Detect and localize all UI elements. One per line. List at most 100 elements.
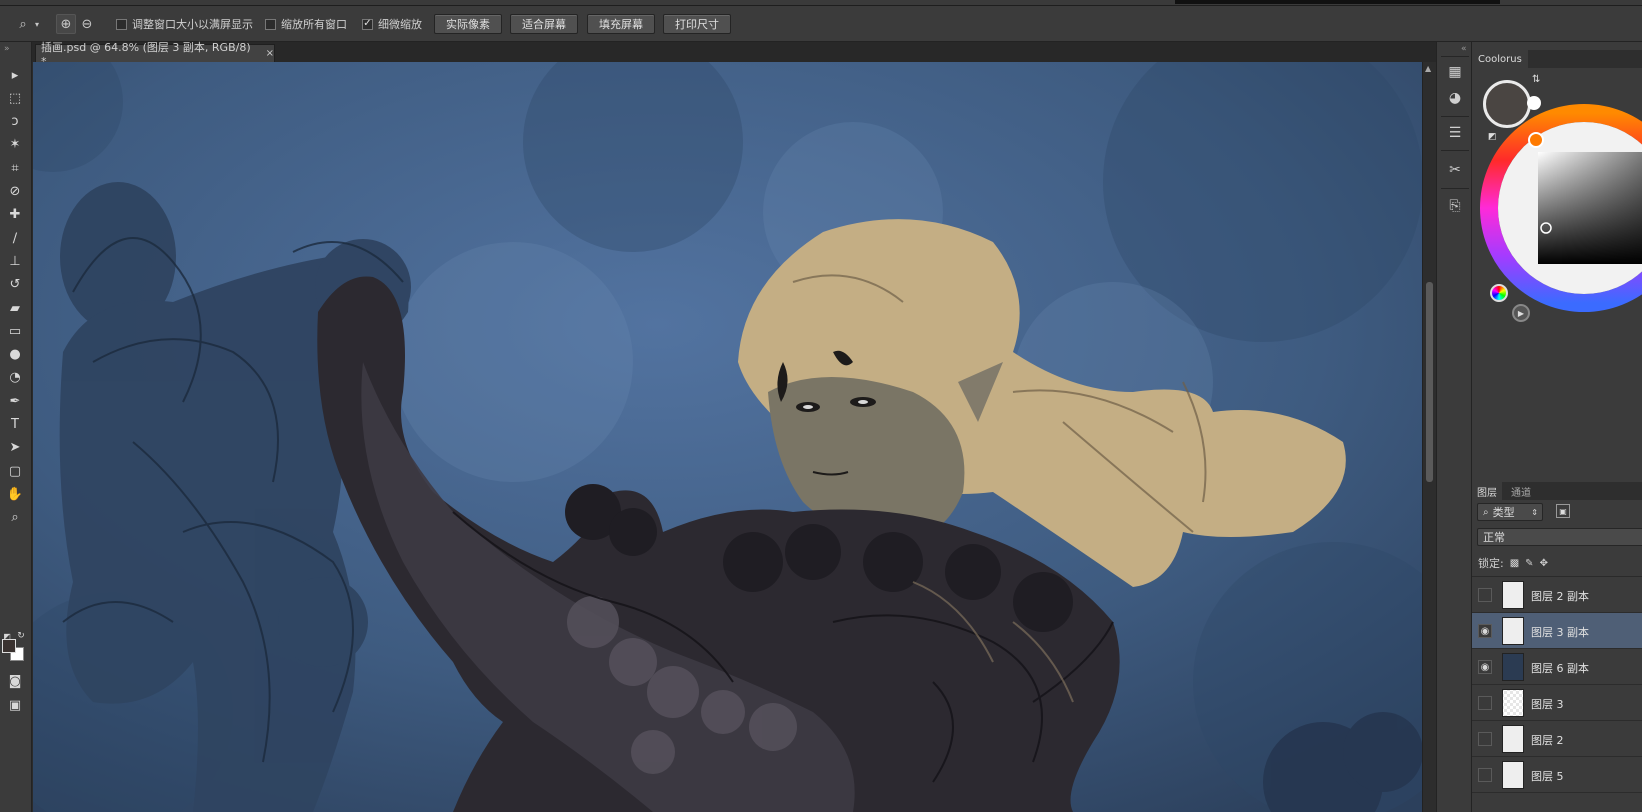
visibility-eye-icon[interactable]: ◉ — [1478, 660, 1492, 674]
lock-label: 锁定: — [1478, 557, 1504, 570]
print-size-button[interactable]: 打印尺寸 — [663, 14, 731, 34]
tool-preset-picker[interactable]: ⌕ ▾ — [14, 15, 42, 33]
right-panels: Coolorus ⇅ ◩ ▶ 图层 通道 ⌕ 类型 ⇕ ▣ 正常 锁定: ▩ ✎… — [1472, 42, 1642, 812]
blend-mode-select[interactable]: 正常 — [1477, 528, 1642, 546]
color-wheel[interactable] — [1472, 68, 1642, 478]
document-tab[interactable]: 插画.psd @ 64.8% (图层 3 副本, RGB/8) * × — [35, 41, 275, 68]
artwork — [33, 62, 1422, 812]
actual-pixels-button[interactable]: 实际像素 — [434, 14, 502, 34]
vertical-scrollbar[interactable]: ▲ — [1422, 62, 1436, 812]
layer-row[interactable]: 图层 5 — [1472, 757, 1642, 793]
visibility-eye-icon[interactable] — [1478, 732, 1492, 746]
path-selection-tool[interactable]: ➤ — [3, 437, 27, 459]
type-tool[interactable]: T — [3, 414, 27, 436]
visibility-eye-icon[interactable] — [1478, 768, 1492, 782]
panel-dock: « ▦ ◕ ☰ ✂ ⎘ — [1436, 42, 1472, 812]
lock-row: 锁定: ▩ ✎ ✥ — [1478, 555, 1548, 571]
document-canvas[interactable] — [33, 62, 1422, 812]
visibility-eye-icon[interactable] — [1478, 588, 1492, 602]
layer-filter-label: 类型 — [1492, 506, 1515, 519]
history-brush-tool[interactable]: ↺ — [3, 274, 27, 296]
adjustments-panel-icon[interactable]: ☰ — [1445, 123, 1465, 143]
visibility-eye-icon[interactable]: ◉ — [1478, 624, 1492, 638]
tab-coolorus[interactable]: Coolorus — [1472, 50, 1528, 68]
layer-name: 图层 2 — [1531, 734, 1564, 747]
lock-paint-icon[interactable]: ✎ — [1525, 558, 1533, 569]
layer-row[interactable]: 图层 2 — [1472, 721, 1642, 757]
eraser-tool[interactable]: ▰ — [3, 297, 27, 319]
menu-bar-search-area — [1175, 0, 1500, 4]
default-colors-icon[interactable]: ◩ — [1488, 132, 1497, 142]
magic-wand-tool[interactable]: ✶ — [3, 134, 27, 156]
pen-tool[interactable]: ✒ — [3, 390, 27, 412]
visibility-eye-icon[interactable] — [1478, 696, 1492, 710]
swatches-panel-icon[interactable]: ◕ — [1445, 88, 1465, 108]
dock-separator — [1441, 116, 1469, 117]
eyedropper-tool[interactable]: ⊘ — [3, 181, 27, 203]
scrollbar-thumb[interactable] — [1426, 282, 1433, 482]
tab-channels[interactable]: 通道 — [1506, 482, 1536, 500]
lasso-tool[interactable]: ↄ — [3, 111, 27, 133]
fit-screen-button[interactable]: 适合屏幕 — [510, 14, 578, 34]
tab-layers[interactable]: 图层 — [1472, 482, 1502, 500]
zoom-all-windows-label: 缩放所有窗口 — [281, 18, 347, 31]
clone-stamp-tool[interactable]: ⊥ — [3, 250, 27, 272]
layer-filter-select[interactable]: ⌕ 类型 ⇕ — [1477, 503, 1543, 521]
play-icon[interactable]: ▶ — [1512, 304, 1530, 322]
scroll-up-icon[interactable]: ▲ — [1425, 64, 1431, 73]
layer-name: 图层 3 — [1531, 698, 1564, 711]
resize-windows-label: 调整窗口大小以满屏显示 — [132, 18, 253, 31]
layer-thumbnail — [1502, 725, 1524, 753]
current-color-swatch[interactable] — [1483, 80, 1531, 128]
zoom-all-windows-checkbox[interactable]: 缩放所有窗口 — [265, 16, 347, 32]
quick-mask-icon[interactable]: ◙ — [3, 670, 27, 692]
zoom-out-button[interactable]: ⊖ — [78, 15, 96, 33]
collapse-dock-icon[interactable]: « — [1461, 44, 1467, 54]
filter-by-image-icon[interactable]: ▣ — [1556, 504, 1570, 518]
layer-list: 图层 2 副本 ◉ 图层 3 副本 ◉ 图层 6 副本图层 3 图层 2 图层 5 — [1472, 576, 1642, 812]
previous-color-swatch[interactable] — [1527, 96, 1541, 110]
grid-panel-icon[interactable]: ▦ — [1445, 62, 1465, 82]
layer-thumbnail — [1502, 617, 1524, 645]
color-palette-icon[interactable] — [1490, 284, 1508, 302]
shape-tool[interactable]: ▢ — [3, 460, 27, 482]
zoom-tool-icon: ⌕ — [19, 16, 27, 32]
layer-thumbnail — [1502, 761, 1524, 789]
gradient-tool[interactable]: ▭ — [3, 320, 27, 342]
close-icon[interactable]: × — [266, 48, 274, 59]
tools-panel-icon[interactable]: ✂ — [1445, 160, 1465, 180]
dodge-tool[interactable]: ◔ — [3, 367, 27, 389]
layer-row[interactable]: ◉ 图层 3 副本 — [1472, 613, 1642, 649]
layer-row[interactable]: 图层 2 副本 — [1472, 577, 1642, 613]
layer-name: 图层 3 副本 — [1531, 626, 1589, 639]
layer-row[interactable]: 图层 3 — [1472, 685, 1642, 721]
blend-mode-value: 正常 — [1483, 531, 1505, 544]
brush-tool[interactable]: ∕ — [3, 227, 27, 249]
resize-windows-checkbox[interactable]: 调整窗口大小以满屏显示 — [116, 16, 253, 32]
history-panel-icon[interactable]: ⎘ — [1445, 196, 1465, 216]
zoom-in-button[interactable]: ⊕ — [56, 14, 76, 34]
scrubby-zoom-checkbox[interactable]: ✓ 细微缩放 — [362, 16, 422, 32]
lock-transparent-icon[interactable]: ▩ — [1510, 558, 1519, 569]
hand-tool[interactable]: ✋ — [3, 483, 27, 505]
collapse-toolbox-icon[interactable]: » — [4, 44, 10, 54]
fill-screen-button[interactable]: 填充屏幕 — [587, 14, 655, 34]
crop-tool[interactable]: ⌗ — [3, 157, 27, 179]
swap-colors-icon[interactable]: ⇅ — [1532, 74, 1540, 85]
checkbox-box — [116, 18, 127, 30]
lock-position-icon[interactable]: ✥ — [1540, 558, 1548, 569]
default-colors-icon[interactable]: ◩ — [0, 630, 14, 642]
move-tool[interactable]: ▸ — [3, 64, 27, 86]
layer-row[interactable]: ◉ 图层 6 副本 — [1472, 649, 1642, 685]
swap-colors-icon[interactable]: ↻ — [14, 630, 28, 642]
options-bar: ⌕ ▾ ⊕ ⊖ 调整窗口大小以满屏显示 缩放所有窗口 ✓ 细微缩放 实际像素 适… — [0, 6, 1642, 42]
marquee-tool[interactable]: ⬚ — [3, 87, 27, 109]
layers-tab-bar: 图层 通道 — [1472, 482, 1642, 500]
blur-tool[interactable]: ● — [3, 344, 27, 366]
screen-mode-icon[interactable]: ▣ — [3, 694, 27, 716]
search-icon: ⌕ — [1483, 506, 1489, 518]
healing-brush-tool[interactable]: ✚ — [3, 204, 27, 226]
chevron-down-icon: ▾ — [34, 19, 39, 29]
coolorus-tab-bar: Coolorus — [1472, 50, 1642, 68]
zoom-tool[interactable]: ⌕ — [3, 507, 27, 529]
